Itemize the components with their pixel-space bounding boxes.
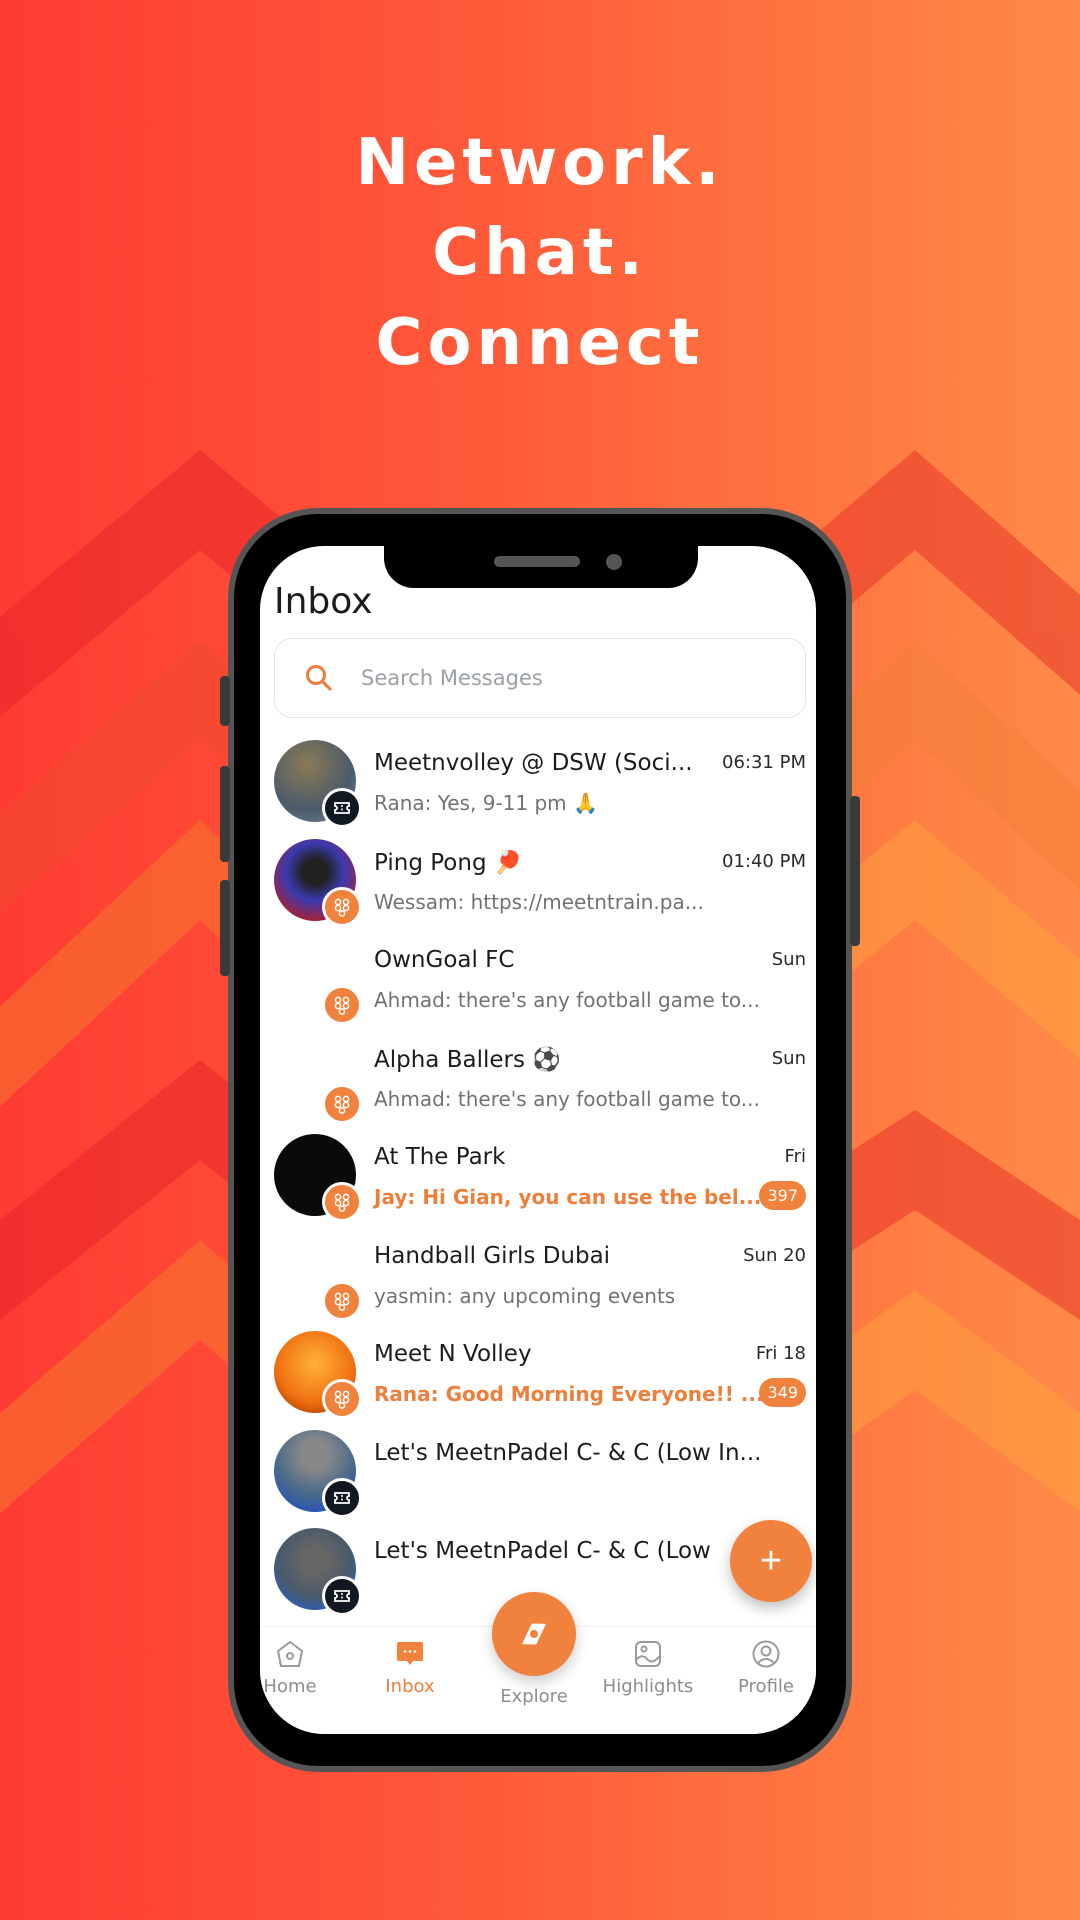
conversation-preview: Rana: Yes, 9-11 pm 🙏 [374, 791, 598, 815]
image-icon [635, 1641, 661, 1667]
headline: Network. Chat. Connect [0, 118, 1080, 388]
conversation-name: Handball Girls Dubai [374, 1242, 611, 1269]
conversation-name: Meetnvolley @ DSW (Soci... [374, 750, 693, 776]
conversation-name: Alpha Ballers ⚽ [374, 1046, 561, 1073]
tab-profile-label: Profile [738, 1676, 794, 1697]
volume-up-button [220, 766, 230, 862]
conversation-preview: Jay: Hi Gian, you can use the bel... [374, 1185, 762, 1209]
conversation-row[interactable]: Meetnvolley @ DSW (Soci... Rana: Yes, 9-… [260, 734, 816, 833]
phone-screen: Inbox Meetnvolley @ DSW (Soci... Rana: Y… [260, 546, 816, 1734]
conversation-row[interactable]: Alpha Ballers ⚽ Ahmad: there's any footb… [260, 1030, 816, 1129]
conversation-row[interactable]: At The Park Jay: Hi Gian, you can use th… [260, 1128, 816, 1227]
silent-switch [220, 676, 230, 726]
conversation-time: Sun 20 [743, 1244, 806, 1266]
conversation-time: 06:31 PM [722, 752, 806, 773]
tab-explore[interactable] [492, 1592, 576, 1676]
search-input[interactable] [359, 665, 763, 691]
search-bar[interactable] [274, 638, 806, 718]
conversation-name: OwnGoal FC [374, 947, 515, 973]
unread-count-badge: 349 [759, 1378, 806, 1407]
conversation-name: Ping Pong 🏓 [374, 849, 523, 876]
group-icon [322, 1182, 362, 1222]
plus-icon: + [759, 1539, 783, 1582]
conversation-row[interactable]: OwnGoal FC Ahmad: there's any football g… [260, 931, 816, 1030]
tab-profile[interactable]: Profile [716, 1639, 816, 1697]
phone-camera [606, 554, 622, 570]
conversation-name: At The Park [374, 1144, 506, 1170]
search-icon [306, 665, 332, 691]
group-icon [322, 1280, 362, 1321]
tab-home[interactable]: Home [260, 1639, 340, 1697]
conversation-row[interactable]: Let's MeetnPadel C- & C (Low In... [260, 1424, 816, 1523]
power-button [850, 796, 860, 946]
volume-down-button [220, 880, 230, 976]
group-icon [322, 886, 362, 927]
tab-inbox[interactable]: Inbox [360, 1639, 460, 1697]
tab-highlights[interactable]: Highlights [598, 1639, 698, 1697]
page-title: Inbox [274, 581, 373, 622]
conversation-time: Fri 18 [755, 1343, 806, 1364]
conversation-row[interactable]: Meet N Volley Rana: Good Morning Everyon… [260, 1325, 816, 1424]
ticket-icon [322, 788, 362, 828]
conversation-name: Meet N Volley [374, 1341, 532, 1367]
conversation-time: 01:40 PM [722, 850, 806, 872]
conversation-time: Sun [771, 1047, 806, 1069]
chat-bubble-icon [397, 1642, 423, 1665]
tab-inbox-label: Inbox [385, 1676, 435, 1697]
headline-line-2: Chat. [432, 216, 648, 290]
conversation-time: Sun [771, 949, 806, 970]
conversation-row[interactable]: Handball Girls Dubai yasmin: any upcomin… [260, 1227, 816, 1326]
ticket-icon [322, 1576, 362, 1616]
conversation-list: Meetnvolley @ DSW (Soci... Rana: Yes, 9-… [260, 734, 816, 1621]
ticket-icon [322, 1477, 362, 1518]
conversation-preview: yasmin: any upcoming events [374, 1283, 676, 1308]
tab-home-label: Home [263, 1676, 317, 1697]
conversation-row[interactable]: Ping Pong 🏓 Wessam: https://meetntrain.p… [260, 833, 816, 932]
conversation-preview: Wessam: https://meetntrain.pa... [374, 889, 704, 914]
user-circle-icon [752, 1640, 780, 1668]
home-icon [277, 1641, 303, 1667]
conversation-name: Let's MeetnPadel C- & C (Low [374, 1538, 711, 1564]
headline-line-3: Connect [375, 306, 705, 380]
tab-explore-label: Explore [500, 1686, 568, 1707]
new-chat-button[interactable]: + [730, 1520, 812, 1602]
conversation-preview: Rana: Good Morning Everyone!! ... [374, 1382, 764, 1406]
conversation-name: Let's MeetnPadel C- & C (Low In... [374, 1439, 762, 1466]
compass-icon [522, 1623, 546, 1645]
group-icon [322, 1083, 362, 1124]
conversation-time: Fri [784, 1146, 806, 1167]
group-icon [322, 1379, 362, 1419]
phone-speaker [494, 556, 580, 567]
conversation-preview: Ahmad: there's any football game to... [374, 1086, 760, 1111]
unread-count-badge: 397 [759, 1181, 806, 1210]
conversation-preview: Ahmad: there's any football game to... [374, 988, 760, 1012]
headline-line-1: Network. [355, 126, 725, 200]
tab-highlights-label: Highlights [602, 1676, 694, 1697]
group-icon [322, 985, 362, 1025]
